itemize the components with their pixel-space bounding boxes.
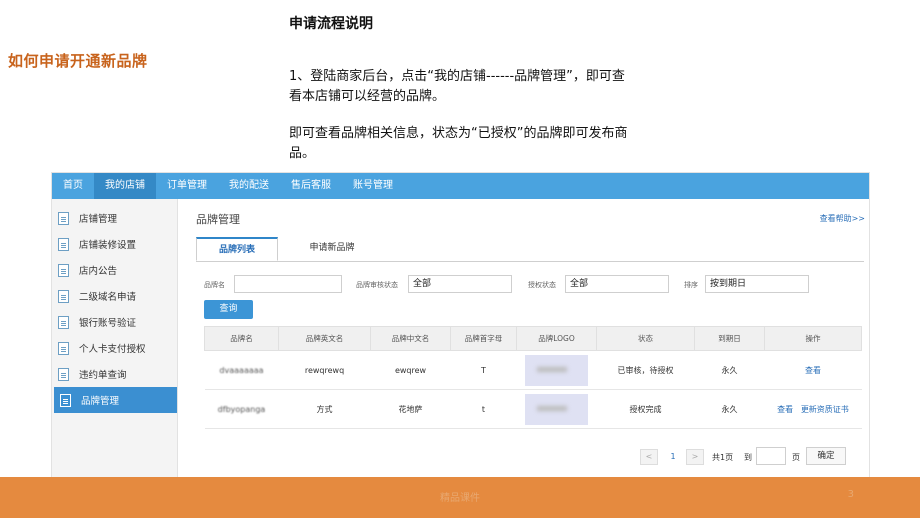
confirm-page-button[interactable]: 确定 (806, 447, 846, 465)
auth-status-select[interactable]: 全部 (565, 275, 669, 293)
expire-cell: 永久 (694, 350, 765, 390)
document-icon (60, 393, 71, 407)
instruction-paragraph-2: 即可查看品牌相关信息，状态为“已授权”的品牌即可发布商品。 (289, 126, 628, 161)
sidebar-item-notice[interactable]: 店内公告 (52, 257, 177, 283)
document-icon (58, 211, 69, 225)
brand-en-cell: 方式 (278, 389, 371, 429)
document-icon (58, 367, 69, 381)
brand-logo-image (525, 393, 588, 425)
sort-label: 排序 (684, 281, 698, 289)
top-nav: 首页 我的店铺 订单管理 我的配送 售后客服 账号管理 (52, 173, 869, 199)
slide-footer: 精品课件 3 (0, 477, 920, 518)
sidebar: 店铺管理 店铺装修设置 店内公告 二级域名申请 银行账号验证 个人卡支付授权 违… (52, 199, 178, 479)
brand-name-cell: dfbyopanga (217, 404, 266, 414)
document-icon (58, 341, 69, 355)
column-header: 到期日 (694, 326, 765, 351)
query-button[interactable]: 查询 (204, 300, 253, 319)
sidebar-item-subdomain[interactable]: 二级域名申请 (52, 283, 177, 309)
brand-logo-image (525, 354, 588, 386)
brand-name-input[interactable] (234, 275, 342, 293)
help-link[interactable]: 查看帮助>> (820, 213, 865, 224)
table-row: dfbyopanga 方式 花地萨 t 授权完成 永久 查看 更新资质证书 (204, 389, 862, 429)
sidebar-item-violation[interactable]: 违约单查询 (52, 361, 177, 387)
prev-page-button[interactable]: < (640, 449, 658, 465)
column-header: 品牌中文名 (370, 326, 451, 351)
tab-apply-brand[interactable]: 申请新品牌 (282, 237, 382, 261)
nav-home[interactable]: 首页 (52, 173, 94, 199)
review-status-select[interactable]: 全部 (408, 275, 512, 293)
section-title: 申请流程说明 (289, 16, 373, 32)
table-header-row: 品牌名 品牌英文名 品牌中文名 品牌首字母 品牌LOGO 状态 到期日 操作 (204, 326, 862, 351)
nav-account[interactable]: 账号管理 (342, 173, 404, 199)
brand-name-cell: dvaaaaaaa (219, 365, 264, 375)
sidebar-item-bank-verify[interactable]: 银行账号验证 (52, 309, 177, 335)
goto-page-input[interactable] (756, 447, 786, 465)
page-number: 3 (847, 489, 854, 500)
nav-my-store[interactable]: 我的店铺 (94, 173, 156, 199)
brand-initial-cell: t (450, 389, 517, 429)
sidebar-item-decoration[interactable]: 店铺装修设置 (52, 231, 177, 257)
update-certificate-link[interactable]: 更新资质证书 (801, 405, 849, 414)
review-status-label: 品牌审核状态 (356, 281, 398, 289)
document-icon (58, 289, 69, 303)
view-link[interactable]: 查看 (805, 366, 821, 375)
filter-bar: 品牌名 品牌审核状态 全部 授权状态 全部 排序 按到期日 (200, 275, 868, 295)
tab-brand-list[interactable]: 品牌列表 (196, 237, 278, 261)
footer-text: 精品课件 (440, 493, 480, 504)
table-row: dvaaaaaaa rewqrewq ewqrew T 已审核，待授权 永久 查… (204, 350, 862, 390)
sort-select[interactable]: 按到期日 (705, 275, 809, 293)
current-page[interactable]: 1 (664, 449, 682, 465)
nav-delivery[interactable]: 我的配送 (218, 173, 280, 199)
page-unit-label: 页 (792, 453, 800, 462)
auth-status-label: 授权状态 (528, 281, 556, 289)
brand-table: 品牌名 品牌英文名 品牌中文名 品牌首字母 品牌LOGO 状态 到期日 操作 d… (204, 326, 862, 429)
brand-initial-cell: T (450, 350, 517, 390)
tab-bar: 品牌列表 申请新品牌 (196, 237, 864, 262)
page-title: 品牌管理 (196, 213, 240, 226)
pagination: < 1 > 共1页 到 页 确定 (640, 447, 869, 469)
goto-label: 到 (744, 453, 752, 462)
expire-cell: 永久 (694, 389, 765, 429)
column-header: 品牌首字母 (450, 326, 517, 351)
column-header: 操作 (764, 326, 862, 351)
status-cell: 授权完成 (596, 389, 695, 429)
total-pages: 共1页 (712, 453, 734, 462)
next-page-button[interactable]: > (686, 449, 704, 465)
main-panel: 品牌管理 查看帮助>> 品牌列表 申请新品牌 品牌名 品牌审核状态 全部 授权状… (178, 199, 869, 479)
nav-after-sales[interactable]: 售后客服 (280, 173, 342, 199)
admin-screenshot: 首页 我的店铺 订单管理 我的配送 售后客服 账号管理 店铺管理 店铺装修设置 … (51, 172, 870, 480)
column-header: 状态 (596, 326, 695, 351)
document-icon (58, 315, 69, 329)
brand-name-label: 品牌名 (204, 281, 225, 289)
document-icon (58, 237, 69, 251)
brand-cn-cell: 花地萨 (370, 389, 451, 429)
column-header: 品牌名 (204, 326, 279, 351)
nav-orders[interactable]: 订单管理 (156, 173, 218, 199)
sidebar-item-card-auth[interactable]: 个人卡支付授权 (52, 335, 177, 361)
instruction-paragraph-1: 1、登陆商家后台，点击“我的店铺------品牌管理”，即可查看本店铺可以经营的… (289, 69, 625, 104)
document-icon (58, 263, 69, 277)
column-header: 品牌LOGO (516, 326, 597, 351)
view-link[interactable]: 查看 (777, 405, 793, 414)
slide-side-title: 如何申请开通新品牌 (8, 52, 148, 70)
sidebar-item-brand-manage[interactable]: 品牌管理 (54, 387, 177, 413)
sidebar-item-store-manage[interactable]: 店铺管理 (52, 205, 177, 231)
brand-cn-cell: ewqrew (370, 350, 451, 390)
column-header: 品牌英文名 (278, 326, 371, 351)
brand-en-cell: rewqrewq (278, 350, 371, 390)
status-cell: 已审核，待授权 (596, 350, 695, 390)
